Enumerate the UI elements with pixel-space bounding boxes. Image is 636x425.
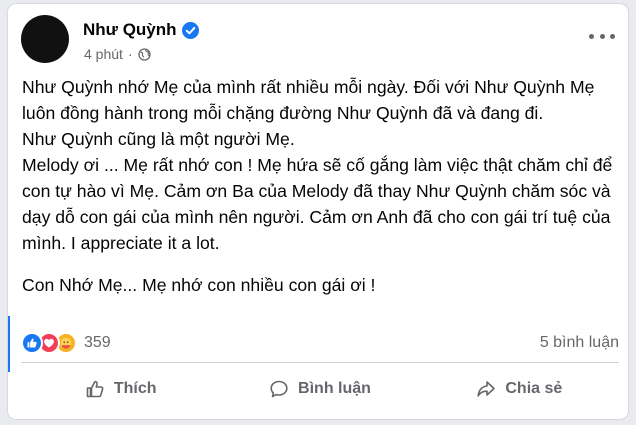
verified-badge-icon xyxy=(181,21,199,39)
comment-count[interactable]: 5 bình luận xyxy=(540,334,619,352)
reaction-count[interactable]: 359 xyxy=(84,334,111,352)
like-label: Thích xyxy=(113,380,157,397)
thumbs-up-icon xyxy=(86,380,104,398)
focus-indicator xyxy=(8,316,10,372)
share-button[interactable]: Chia sẻ xyxy=(420,366,619,412)
share-label: Chia sẻ xyxy=(505,380,563,397)
divider xyxy=(21,362,619,363)
reactions-summary[interactable]: 359 xyxy=(21,332,111,354)
more-options-icon[interactable] xyxy=(589,27,615,45)
author-row: Như Quỳnh xyxy=(83,20,199,40)
post-paragraph: Như Quỳnh cũng là một người Mẹ. xyxy=(22,129,295,149)
like-reaction-icon xyxy=(21,332,43,354)
post-meta: 4 phút · xyxy=(84,46,151,62)
post-paragraph: Melody ơi ... Mẹ rất nhớ con ! Mẹ hứa sẽ… xyxy=(22,155,613,253)
post-actions: Thích Bình luận Chia sẻ xyxy=(21,366,619,412)
post-header: Như Quỳnh 4 phút · xyxy=(21,13,615,65)
post-card: Như Quỳnh 4 phút · Như Quỳnh nhớ Mẹ của … xyxy=(8,4,628,419)
meta-separator: · xyxy=(127,46,133,62)
comment-bubble-icon xyxy=(270,380,288,398)
post-paragraph: Con Nhớ Mẹ... Mẹ nhớ con nhiều con gái ơ… xyxy=(22,275,376,295)
comment-button[interactable]: Bình luận xyxy=(220,366,419,412)
post-timestamp[interactable]: 4 phút xyxy=(84,46,123,62)
post-paragraph: Như Quỳnh nhớ Mẹ của mình rất nhiều mỗi … xyxy=(22,77,595,123)
avatar[interactable] xyxy=(21,15,69,63)
public-globe-icon[interactable] xyxy=(137,47,151,61)
comment-label: Bình luận xyxy=(298,380,371,397)
post-body: Như Quỳnh nhớ Mẹ của mình rất nhiều mỗi … xyxy=(22,74,618,298)
post-stats: 359 5 bình luận xyxy=(21,330,619,358)
share-arrow-icon xyxy=(477,381,496,397)
like-button[interactable]: Thích xyxy=(21,366,220,412)
author-name[interactable]: Như Quỳnh xyxy=(83,20,177,40)
